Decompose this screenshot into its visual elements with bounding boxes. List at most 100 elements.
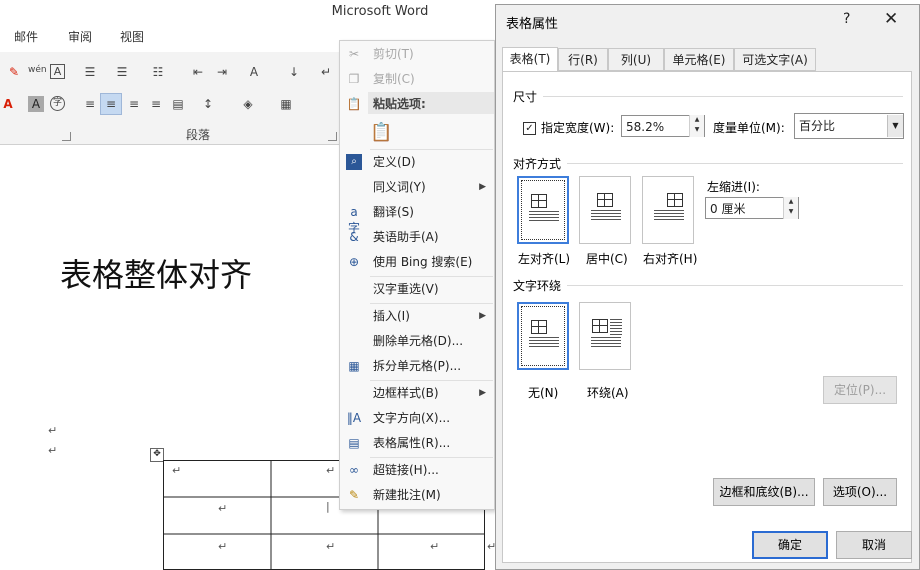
menu-item-cut[interactable]: ✂ 剪切(T): [340, 42, 494, 66]
scissors-icon: ✂: [348, 47, 360, 61]
cancel-button[interactable]: 取消: [836, 531, 912, 559]
spin-up-icon[interactable]: ▲: [690, 115, 704, 125]
submenu-arrow-icon: ▶: [479, 388, 486, 398]
tab-column[interactable]: 列(U): [608, 48, 664, 71]
ok-button[interactable]: 确定: [752, 531, 828, 559]
table-move-handle[interactable]: ✥: [150, 448, 164, 462]
decrease-indent-icon[interactable]: ⇤: [190, 64, 206, 80]
bing-search-icon: ⊕: [348, 255, 360, 269]
align-right-icon[interactable]: ≡: [126, 96, 142, 112]
translate-icon: a字: [347, 205, 360, 235]
align-center-label: 居中(C): [586, 252, 628, 266]
menu-item-hyperlink[interactable]: ∞ 超链接(H)...: [340, 458, 494, 482]
paragraph-mark: ↵: [48, 424, 58, 437]
table-align-left-icon: [531, 194, 547, 208]
menu-item-reconvert[interactable]: 汉字重选(V): [340, 277, 494, 301]
menu-item-text-direction[interactable]: ‖A 文字方向(X)...: [340, 406, 494, 430]
tab-review[interactable]: 审阅: [68, 28, 92, 45]
menu-item-copy[interactable]: ❐ 复制(C): [340, 67, 494, 91]
spin-down-icon[interactable]: ▼: [784, 207, 798, 217]
align-right-option[interactable]: [642, 176, 694, 244]
positioning-button[interactable]: 定位(P)...: [823, 376, 897, 404]
spin-up-icon[interactable]: ▲: [784, 197, 798, 207]
clear-formatting-icon[interactable]: ✎: [6, 64, 22, 80]
tab-panel: 尺寸 ✓ 指定宽度(W): 58.2% ▲ ▼ 度量单位(M): 百分比 ▼ 对齐…: [502, 71, 912, 563]
wrap-section-label: 文字环绕: [513, 279, 562, 293]
preferred-width-label: 指定宽度(W):: [541, 121, 615, 135]
phonetic-guide-icon[interactable]: wén: [28, 62, 47, 78]
align-left-option[interactable]: [517, 176, 569, 244]
paragraph-group-expander[interactable]: [328, 132, 337, 141]
tab-table[interactable]: 表格(T): [502, 47, 558, 72]
options-button[interactable]: 选项(O)...: [823, 478, 897, 506]
section-divider: [567, 163, 903, 164]
distributed-icon[interactable]: ▤: [170, 96, 186, 112]
center-icon[interactable]: ≡: [100, 93, 122, 115]
chinese-layout-icon[interactable]: A: [246, 64, 262, 80]
wrap-none-icon: [531, 320, 547, 334]
wrap-none-label: 无(N): [528, 386, 559, 400]
tab-cell[interactable]: 单元格(E): [664, 48, 734, 71]
help-icon[interactable]: ?: [843, 11, 850, 27]
character-shading-icon[interactable]: A: [28, 96, 44, 112]
borders-icon[interactable]: ▦: [278, 96, 294, 112]
split-cells-icon: ▦: [348, 359, 360, 373]
menu-item-new-comment[interactable]: ✎ 新建批注(M): [340, 483, 494, 507]
indent-spinner[interactable]: ▲ ▼: [783, 197, 798, 219]
tab-row[interactable]: 行(R): [558, 48, 608, 71]
font-color-icon[interactable]: A: [0, 96, 16, 112]
spin-down-icon[interactable]: ▼: [690, 125, 704, 135]
chevron-down-icon[interactable]: ▼: [887, 115, 903, 137]
menu-item-english-assistant[interactable]: & 英语助手(A): [340, 225, 494, 249]
dialog-title: 表格属性: [506, 17, 559, 32]
menu-item-split-cells[interactable]: ▦ 拆分单元格(P)...: [340, 354, 494, 378]
line-spacing-icon[interactable]: ↕: [200, 96, 216, 112]
english-assistant-icon: &: [349, 230, 359, 244]
character-border-icon[interactable]: A: [50, 64, 65, 79]
copy-icon: ❐: [348, 72, 360, 86]
paragraph-mark: ↵: [48, 444, 58, 457]
menu-item-synonyms[interactable]: 同义词(Y) ▶: [340, 175, 494, 199]
wrap-none-option[interactable]: [517, 302, 569, 370]
increase-indent-icon[interactable]: ⇥: [214, 64, 230, 80]
table-properties-icon: ▤: [348, 436, 360, 450]
paragraph-group-label: 段落: [186, 128, 211, 142]
cell-mark: ↵: [218, 540, 228, 553]
section-divider: [543, 96, 903, 97]
menu-item-bing-search[interactable]: ⊕ 使用 Bing 搜索(E): [340, 250, 494, 274]
size-section-label: 尺寸: [513, 90, 538, 104]
shading-icon[interactable]: ◈: [240, 96, 256, 112]
cell-mark: ↵: [172, 464, 182, 477]
wrap-around-label: 环绕(A): [587, 386, 629, 400]
borders-and-shading-button[interactable]: 边框和底纹(B)...: [713, 478, 815, 506]
indent-from-left-label: 左缩进(I):: [707, 180, 760, 194]
tab-view[interactable]: 视图: [120, 28, 144, 45]
preferred-width-checkbox[interactable]: ✓: [523, 122, 536, 135]
menu-item-translate[interactable]: a字 翻译(S): [340, 200, 494, 235]
text-direction-icon: ‖A: [346, 411, 362, 425]
keep-text-only-paste-icon[interactable]: 📋: [370, 121, 392, 145]
menu-item-border-styles[interactable]: 边框样式(B) ▶: [340, 381, 494, 405]
tab-alt-text[interactable]: 可选文字(A): [734, 48, 816, 71]
menu-item-delete-cells[interactable]: 删除单元格(D)...: [340, 329, 494, 353]
menu-item-insert[interactable]: 插入(I) ▶: [340, 304, 494, 328]
preferred-width-spinner[interactable]: ▲ ▼: [689, 115, 704, 137]
table-align-right-icon: [667, 193, 683, 207]
bullets-icon[interactable]: ☰: [82, 64, 98, 80]
menu-item-define[interactable]: ⌕ 定义(D): [340, 150, 494, 174]
justify-icon[interactable]: ≡: [148, 96, 164, 112]
tab-mailings[interactable]: 邮件: [14, 28, 38, 45]
numbering-icon[interactable]: ☰: [114, 64, 130, 80]
menu-item-table-properties[interactable]: ▤ 表格属性(R)...: [340, 431, 494, 455]
paste-icon: 📋: [346, 97, 362, 111]
sort-icon[interactable]: ↓: [286, 64, 302, 80]
align-center-option[interactable]: [579, 176, 631, 244]
text-cursor: |: [326, 500, 330, 513]
close-icon[interactable]: ✕: [884, 9, 898, 29]
wrap-around-option[interactable]: [579, 302, 631, 370]
font-group-expander[interactable]: [62, 132, 71, 141]
align-left-icon[interactable]: ≡: [82, 96, 98, 112]
enclose-characters-icon[interactable]: 字: [50, 96, 65, 111]
show-marks-icon[interactable]: ↵: [318, 64, 334, 80]
multilevel-list-icon[interactable]: ☷: [150, 64, 166, 80]
